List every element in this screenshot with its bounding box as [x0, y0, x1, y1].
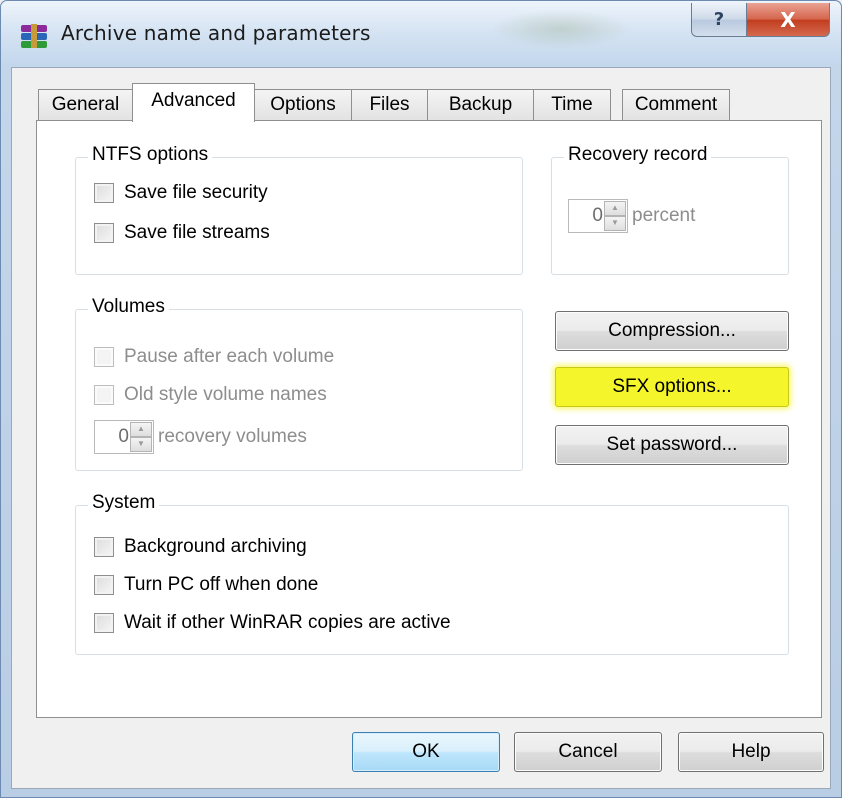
recovery-volumes-label: recovery volumes	[158, 426, 307, 447]
pause-after-volume-label: Pause after each volume	[124, 346, 335, 367]
recovery-volumes-value: 0	[118, 426, 129, 447]
ok-button[interactable]: OK	[352, 732, 500, 772]
tab-time[interactable]: Time	[533, 89, 611, 121]
checkbox-box[interactable]	[94, 537, 114, 557]
checkbox-box[interactable]	[94, 575, 114, 595]
sfx-options-button[interactable]: SFX options...	[555, 367, 789, 407]
spinner-buttons[interactable]: ▲ ▼	[130, 422, 152, 452]
spin-down-icon[interactable]: ▼	[130, 437, 152, 452]
help-button[interactable]: Help	[678, 732, 824, 772]
tab-comment[interactable]: Comment	[622, 89, 730, 121]
turn-pc-off-checkbox[interactable]: Turn PC off when done	[94, 574, 318, 596]
recovery-volumes-field[interactable]: 0 ▲ ▼	[94, 420, 154, 454]
window-title: Archive name and parameters	[61, 21, 371, 45]
advanced-tab-panel: NTFS options Save file security Save fil…	[36, 120, 822, 718]
background-archiving-checkbox[interactable]: Background archiving	[94, 536, 307, 558]
recovery-percent-field[interactable]: 0 ▲ ▼	[568, 199, 628, 233]
checkbox-box[interactable]	[94, 385, 114, 405]
tab-backup[interactable]: Backup	[427, 89, 534, 121]
checkbox-box[interactable]	[94, 613, 114, 633]
system-group: System Background archiving Turn PC off …	[75, 492, 789, 655]
percent-label: percent	[632, 205, 696, 226]
spin-up-icon[interactable]: ▲	[130, 422, 152, 437]
recovery-volumes-spinner[interactable]: 0 ▲ ▼ recovery volumes	[94, 420, 307, 454]
tab-advanced[interactable]: Advanced	[132, 83, 255, 122]
recovery-record-group: Recovery record 0 ▲ ▼ percent	[551, 144, 789, 275]
close-icon: X	[780, 7, 796, 32]
turn-pc-off-label: Turn PC off when done	[124, 574, 319, 595]
checkbox-box[interactable]	[94, 223, 114, 243]
system-legend: System	[88, 492, 160, 514]
background-archiving-label: Background archiving	[124, 536, 307, 557]
checkbox-box[interactable]	[94, 347, 114, 367]
set-password-button[interactable]: Set password...	[555, 425, 789, 465]
volumes-legend: Volumes	[88, 296, 169, 318]
spin-down-icon[interactable]: ▼	[604, 216, 626, 231]
wait-other-copies-label: Wait if other WinRAR copies are active	[124, 612, 451, 633]
tab-general[interactable]: General	[38, 89, 133, 121]
save-file-streams-label: Save file streams	[124, 222, 270, 243]
ntfs-options-legend: NTFS options	[88, 144, 213, 166]
dialog-window: Archive name and parameters ? X General …	[0, 0, 842, 798]
checkbox-box[interactable]	[94, 183, 114, 203]
recovery-percent-spinner[interactable]: 0 ▲ ▼ percent	[568, 199, 695, 233]
winrar-app-icon	[21, 24, 47, 48]
volumes-group: Volumes Pause after each volume Old styl…	[75, 296, 523, 471]
old-style-volume-names-label: Old style volume names	[124, 384, 327, 405]
spinner-buttons[interactable]: ▲ ▼	[604, 201, 626, 231]
dialog-client-area: General Advanced Options Files Backup Ti…	[11, 67, 831, 789]
pause-after-volume-checkbox[interactable]: Pause after each volume	[94, 346, 334, 368]
old-style-volume-names-checkbox[interactable]: Old style volume names	[94, 384, 327, 406]
spin-up-icon[interactable]: ▲	[604, 201, 626, 216]
help-caption-button[interactable]: ?	[691, 3, 747, 37]
save-file-security-label: Save file security	[124, 182, 268, 203]
tab-options[interactable]: Options	[254, 89, 352, 121]
close-button[interactable]: X	[746, 3, 830, 37]
recovery-percent-value: 0	[592, 205, 603, 226]
cancel-button[interactable]: Cancel	[514, 732, 662, 772]
title-bar[interactable]: Archive name and parameters ? X	[1, 1, 841, 67]
save-file-streams-checkbox[interactable]: Save file streams	[94, 222, 270, 244]
wait-other-copies-checkbox[interactable]: Wait if other WinRAR copies are active	[94, 612, 451, 634]
background-blur	[491, 9, 631, 49]
save-file-security-checkbox[interactable]: Save file security	[94, 182, 268, 204]
question-icon: ?	[713, 9, 725, 30]
ntfs-options-group: NTFS options Save file security Save fil…	[75, 144, 523, 275]
tab-files[interactable]: Files	[351, 89, 428, 121]
recovery-record-legend: Recovery record	[564, 144, 712, 166]
compression-button[interactable]: Compression...	[555, 311, 789, 351]
